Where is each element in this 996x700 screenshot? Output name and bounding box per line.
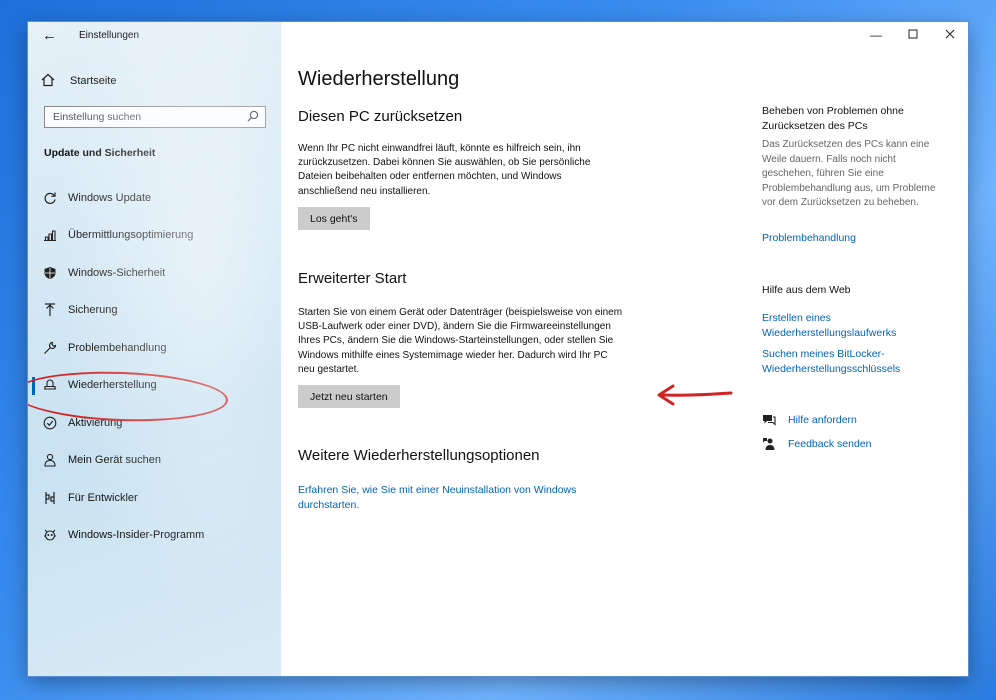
advanced-start-heading: Erweiterter Start: [298, 270, 407, 287]
sidebar-item-developers[interactable]: Für Entwickler: [28, 479, 281, 517]
home-link[interactable]: Startseite: [41, 71, 116, 91]
person-pin-icon: [43, 453, 57, 467]
troubleshoot-link[interactable]: Problembehandlung: [762, 231, 952, 246]
sidebar-nav: Windows Update Übermittlungsoptimierung …: [28, 179, 281, 554]
search-input[interactable]: [45, 107, 257, 127]
back-arrow-icon[interactable]: ←: [42, 27, 58, 44]
sidebar-item-insider[interactable]: Windows-Insider-Programm: [28, 517, 281, 555]
recovery-icon: [43, 378, 57, 392]
sidebar: ← Einstellungen Startseite Update und Si…: [28, 22, 281, 676]
sidebar-item-label: Problembehandlung: [68, 341, 167, 354]
search-icon[interactable]: [247, 110, 259, 125]
reset-heading: Diesen PC zurücksetzen: [298, 108, 463, 125]
chat-help-icon: [762, 413, 776, 427]
minimize-icon[interactable]: —: [866, 28, 886, 42]
check-circle-icon: [43, 416, 57, 430]
active-indicator: [32, 376, 35, 395]
sidebar-item-delivery-optimization[interactable]: Übermittlungsoptimierung: [28, 217, 281, 255]
sidebar-item-label: Windows Update: [68, 191, 152, 204]
sidebar-item-label: Windows-Insider-Programm: [68, 529, 205, 542]
more-options-heading: Weitere Wiederherstellungsoptionen: [298, 447, 540, 464]
developer-icon: [43, 491, 57, 505]
delivery-optimization-icon: [43, 228, 57, 242]
recovery-drive-link[interactable]: Erstellen eines Wiederherstellungslaufwe…: [762, 311, 952, 340]
shield-icon: [43, 266, 57, 280]
sidebar-item-label: Sicherung: [68, 304, 118, 317]
advanced-start-description: Starten Sie von einem Gerät oder Datentr…: [298, 307, 623, 375]
restart-now-button[interactable]: Jetzt neu starten: [298, 385, 400, 408]
troubleshoot-text: Das Zurücksetzen des PCs kann eine Weile…: [762, 139, 936, 208]
troubleshoot-heading: Beheben von Problemen ohne Zurücksetzen …: [762, 105, 904, 132]
sidebar-item-label: Aktivierung: [68, 416, 123, 429]
bitlocker-key-link[interactable]: Suchen meines BitLocker-Wiederherstellun…: [762, 347, 952, 376]
backup-arrow-icon: [43, 303, 57, 317]
reset-description: Wenn Ihr PC nicht einwandfrei läuft, kön…: [298, 143, 591, 197]
home-label: Startseite: [70, 75, 117, 87]
sidebar-item-label: Mein Gerät suchen: [68, 454, 161, 467]
title-bar: ← Einstellungen: [28, 22, 281, 50]
sidebar-item-activation[interactable]: Aktivierung: [28, 404, 281, 442]
feedback-icon: [762, 437, 776, 451]
maximize-icon[interactable]: [903, 28, 923, 42]
web-help-heading: Hilfe aus dem Web: [762, 284, 851, 296]
get-help-link[interactable]: Hilfe anfordern: [762, 412, 857, 428]
feedback-label: Feedback senden: [788, 438, 872, 450]
red-annotation-arrow: [657, 384, 733, 406]
sidebar-item-windows-update[interactable]: Windows Update: [28, 179, 281, 217]
main-content: — Wiederherstellung Diesen PC zurücksetz…: [281, 22, 968, 676]
feedback-link[interactable]: Feedback senden: [762, 436, 871, 452]
settings-search: [44, 106, 266, 128]
insider-icon: [43, 528, 57, 542]
sidebar-item-find-device[interactable]: Mein Gerät suchen: [28, 442, 281, 480]
close-icon[interactable]: [940, 28, 960, 42]
sidebar-item-recovery[interactable]: Wiederherstellung: [28, 367, 281, 405]
page-title: Wiederherstellung: [298, 68, 460, 90]
fresh-start-link[interactable]: Erfahren Sie, wie Sie mit einer Neuinsta…: [298, 483, 598, 512]
home-icon: [41, 73, 57, 90]
sidebar-item-label: Wiederherstellung: [68, 379, 157, 392]
section-title: Update und Sicherheit: [44, 147, 156, 159]
get-help-label: Hilfe anfordern: [788, 414, 857, 426]
app-title: Einstellungen: [79, 30, 140, 41]
sidebar-item-backup[interactable]: Sicherung: [28, 292, 281, 330]
refresh-icon: [43, 191, 57, 205]
sidebar-item-label: Für Entwickler: [68, 491, 138, 504]
settings-window: ← Einstellungen Startseite Update und Si…: [28, 22, 968, 676]
sidebar-item-label: Windows-Sicherheit: [68, 266, 166, 279]
sidebar-item-windows-security[interactable]: Windows-Sicherheit: [28, 254, 281, 292]
sidebar-item-troubleshoot[interactable]: Problembehandlung: [28, 329, 281, 367]
reset-start-button[interactable]: Los geht's: [298, 207, 370, 230]
sidebar-item-label: Übermittlungsoptimierung: [68, 229, 194, 242]
wrench-icon: [43, 341, 57, 355]
